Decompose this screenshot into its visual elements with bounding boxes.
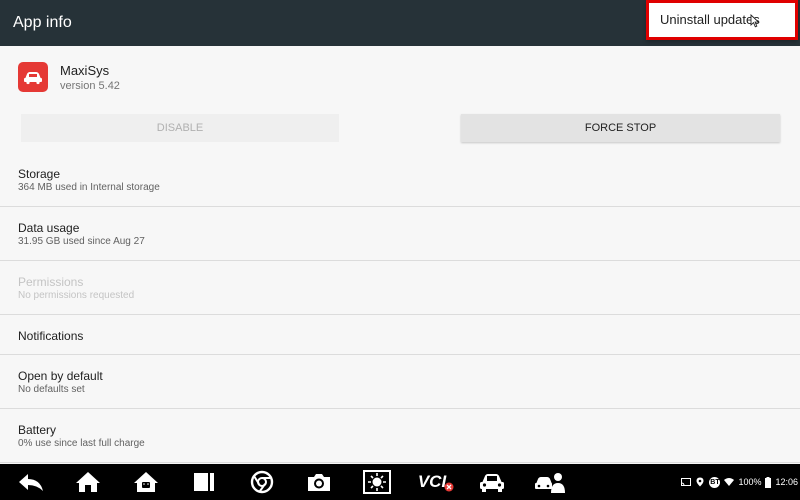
status-area: BT 100% 12:06 (681, 464, 800, 500)
clock: 12:06 (775, 477, 798, 487)
notifications-title: Notifications (18, 329, 84, 343)
storage-summary: 364 MB used in Internal storage (18, 182, 160, 193)
storage-item[interactable]: Storage 364 MB used in Internal storage (0, 153, 800, 207)
app-name: MaxiSys (60, 63, 110, 78)
car-icon[interactable] (477, 468, 507, 496)
data-usage-title: Data usage (18, 221, 80, 235)
open-by-default-item[interactable]: Open by default No defaults set (0, 355, 800, 409)
service-person-icon[interactable] (535, 468, 565, 496)
camera-icon[interactable] (304, 468, 334, 496)
app-header: MaxiSys version 5.42 (0, 46, 800, 106)
location-icon (696, 477, 704, 487)
bluetooth-badge: BT (709, 476, 721, 488)
vci-icon[interactable]: VCI (416, 468, 456, 496)
permissions-item: Permissions No permissions requested (0, 261, 800, 315)
home-icon[interactable] (73, 468, 103, 496)
storage-title: Storage (18, 167, 61, 181)
vci-disconnected-icon (444, 482, 454, 492)
vci-label: VCI (417, 472, 447, 491)
recents-icon[interactable] (189, 468, 219, 496)
navigation-bar: VCI BT 100% 12:06 (0, 464, 800, 500)
overflow-menu: Uninstall updates (646, 0, 798, 40)
brightness-icon[interactable] (362, 468, 392, 496)
permissions-summary: No permissions requested (18, 290, 135, 301)
data-usage-summary: 31.95 GB used since Aug 27 (18, 236, 145, 247)
browser-icon[interactable] (247, 468, 277, 496)
open-by-default-summary: No defaults set (18, 384, 85, 395)
maxisys-app-icon (18, 62, 48, 92)
page-title: App info (13, 14, 72, 31)
battery-title: Battery (18, 423, 57, 437)
android-icon[interactable] (131, 468, 161, 496)
force-stop-button[interactable]: FORCE STOP (461, 114, 780, 142)
disable-button: DISABLE (21, 114, 339, 142)
battery-percent: 100% (738, 477, 762, 487)
app-version: version 5.42 (60, 80, 120, 92)
cast-icon (681, 478, 692, 486)
permissions-title: Permissions (18, 275, 84, 289)
open-by-default-title: Open by default (18, 369, 103, 383)
mouse-cursor-icon (750, 14, 760, 28)
battery-item[interactable]: Battery 0% use since last full charge (0, 409, 800, 463)
back-icon[interactable] (16, 468, 46, 496)
battery-summary: 0% use since last full charge (18, 438, 145, 449)
car-icon (24, 72, 42, 85)
data-usage-item[interactable]: Data usage 31.95 GB used since Aug 27 (0, 207, 800, 261)
uninstall-updates-menu-item[interactable]: Uninstall updates (660, 12, 760, 27)
app-settings-list: Storage 364 MB used in Internal storage … (0, 153, 800, 463)
battery-icon (765, 476, 772, 488)
wifi-icon (724, 478, 735, 486)
notifications-item[interactable]: Notifications (0, 315, 800, 355)
